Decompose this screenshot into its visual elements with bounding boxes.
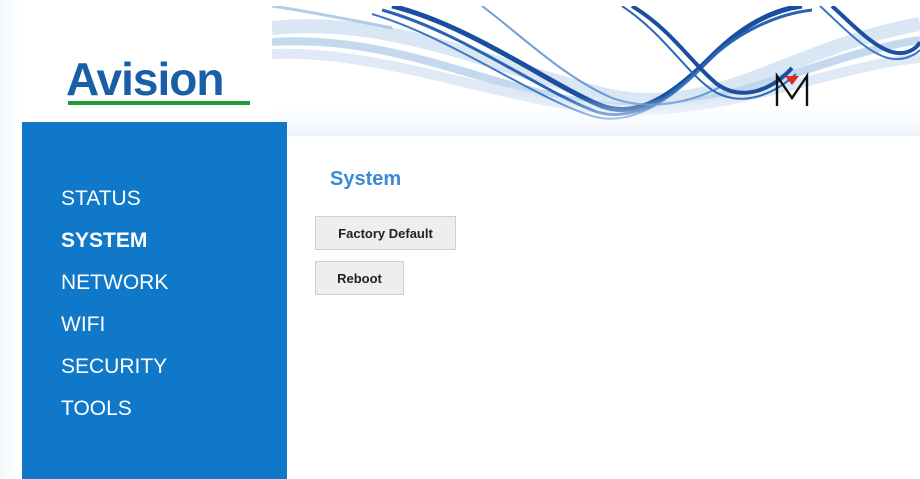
sidebar: STATUS SYSTEM NETWORK WIFI SECURITY TOOL…: [22, 122, 287, 479]
sidebar-item-system[interactable]: SYSTEM: [61, 226, 168, 268]
page-title: System: [330, 168, 402, 190]
sidebar-item-security[interactable]: SECURITY: [61, 352, 168, 394]
logo-text: Avision: [66, 53, 224, 105]
sidebar-item-network[interactable]: NETWORK: [61, 268, 168, 310]
brand-mark-icon: [773, 72, 811, 110]
logo-underline: [68, 101, 250, 105]
sidebar-item-tools[interactable]: TOOLS: [61, 394, 168, 436]
sidebar-nav: STATUS SYSTEM NETWORK WIFI SECURITY TOOL…: [61, 184, 168, 436]
header-banner: [272, 6, 920, 136]
sidebar-item-wifi[interactable]: WIFI: [61, 310, 168, 352]
factory-default-button[interactable]: Factory Default: [315, 216, 456, 250]
reboot-button[interactable]: Reboot: [315, 261, 404, 295]
avision-logo: Avision: [66, 54, 256, 110]
wave-graphic: [272, 6, 920, 136]
sidebar-item-status[interactable]: STATUS: [61, 184, 168, 226]
